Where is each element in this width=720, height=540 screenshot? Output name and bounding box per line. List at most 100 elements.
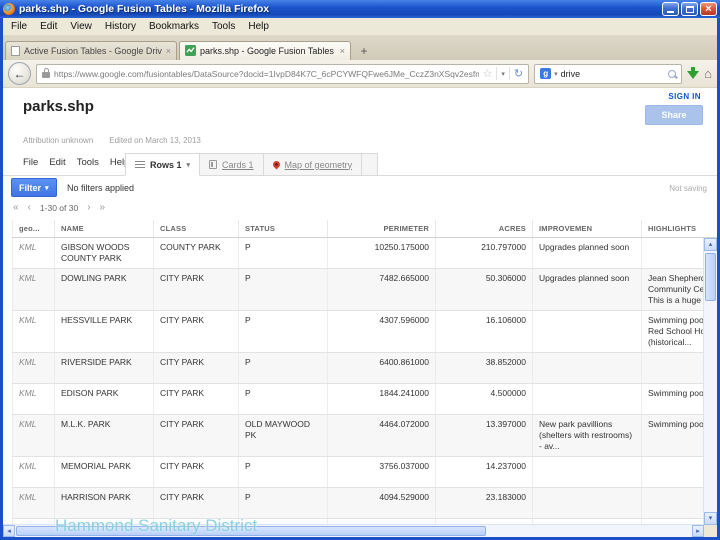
cell-class[interactable]: CITY PARK [153, 414, 239, 457]
column-header-improvemen[interactable]: IMPROVEMEN [532, 220, 642, 238]
column-header-geo[interactable]: geo... [12, 220, 55, 238]
cell-acres[interactable]: 23.183000 [435, 487, 533, 519]
cell-name[interactable]: M.L.K. PARK [54, 414, 154, 457]
cell-perimeter[interactable]: 7482.665000 [327, 268, 436, 311]
table-row[interactable]: KML MEMORIAL PARK CITY PARK P 3756.037000 14.… [12, 456, 717, 488]
cell-geo[interactable]: KML [12, 310, 55, 353]
cell-geo[interactable]: KML [12, 268, 55, 311]
ft-menu-tools[interactable]: Tools [77, 157, 99, 168]
cell-acres[interactable]: 38.852000 [435, 352, 533, 384]
browser-tab-parks[interactable]: parks.shp - Google Fusion Tables × [179, 41, 351, 60]
cell-status[interactable]: P [238, 237, 328, 269]
scroll-right-icon[interactable]: ▸ [692, 525, 704, 537]
menu-help[interactable]: Help [248, 21, 269, 32]
ft-menu-edit[interactable]: Edit [49, 157, 65, 168]
menu-view[interactable]: View [70, 21, 92, 32]
reload-icon[interactable]: ↻ [514, 67, 523, 80]
cell-class[interactable]: CITY PARK [153, 383, 239, 415]
cell-improvemen[interactable] [532, 456, 642, 488]
cell-name[interactable]: GIBSON WOODS COUNTY PARK [54, 237, 154, 269]
cell-status[interactable]: OLD MAYWOOD PK [238, 414, 328, 457]
cell-geo[interactable]: KML [12, 383, 55, 415]
cell-status[interactable]: P [238, 268, 328, 311]
cell-perimeter[interactable]: 6400.861000 [327, 352, 436, 384]
previous-page-icon[interactable]: ‹ [28, 202, 31, 213]
cell-name[interactable]: HARRISON PARK [54, 487, 154, 519]
view-tab-map[interactable]: Map of geometry [263, 153, 363, 176]
cell-acres[interactable]: 13.397000 [435, 414, 533, 457]
cell-improvemen[interactable]: New park pavillions (shelters with restr… [532, 414, 642, 457]
cell-name[interactable]: DOWLING PARK [54, 268, 154, 311]
table-row[interactable]: KML HARRISON PARK CITY PARK P 4094.529000 23.… [12, 487, 717, 519]
ft-menu-file[interactable]: File [23, 157, 38, 168]
cell-improvemen[interactable] [532, 487, 642, 519]
download-icon[interactable] [687, 67, 700, 80]
home-icon[interactable]: ⌂ [704, 67, 712, 80]
cell-improvemen[interactable] [532, 352, 642, 384]
scroll-up-icon[interactable]: ▴ [704, 238, 717, 251]
share-button[interactable]: Share [645, 105, 703, 125]
url-text[interactable]: https://www.google.com/fusiontables/Data… [54, 69, 479, 79]
cell-geo[interactable]: KML [12, 456, 55, 488]
close-tab-icon[interactable]: × [166, 46, 171, 56]
cell-name[interactable]: HESSVILLE PARK [54, 310, 154, 353]
vertical-scrollbar[interactable]: ▴ ▾ [703, 238, 717, 525]
cell-status[interactable]: P [238, 310, 328, 353]
new-tab-button[interactable]: + [353, 42, 375, 60]
cell-improvemen[interactable] [532, 383, 642, 415]
cell-perimeter[interactable]: 4094.529000 [327, 487, 436, 519]
filter-button[interactable]: Filter ▾ [11, 178, 57, 197]
cell-geo[interactable]: KML [12, 414, 55, 457]
bookmark-star-icon[interactable]: ☆ [483, 67, 493, 80]
table-row[interactable]: KML HESSVILLE PARK CITY PARK P 4307.596000 16… [12, 310, 717, 353]
column-header-perimeter[interactable]: PERIMETER [327, 220, 436, 238]
maximize-button[interactable] [681, 2, 698, 16]
cell-geo[interactable]: KML [12, 487, 55, 519]
table-row[interactable]: KML M.L.K. PARK CITY PARK OLD MAYWOOD PK 446… [12, 414, 717, 457]
close-button[interactable]: × [700, 2, 717, 16]
cell-name[interactable]: RIVERSIDE PARK [54, 352, 154, 384]
column-header-name[interactable]: NAME [54, 220, 154, 238]
menu-file[interactable]: File [11, 21, 27, 32]
cell-class[interactable]: CITY PARK [153, 268, 239, 311]
last-page-icon[interactable]: » [100, 202, 106, 213]
menu-tools[interactable]: Tools [212, 21, 235, 32]
close-tab-icon[interactable]: × [340, 46, 345, 56]
cell-improvemen[interactable]: Upgrades planned soon [532, 268, 642, 311]
cell-acres[interactable]: 50.306000 [435, 268, 533, 311]
search-engine-dropdown-icon[interactable]: ▾ [554, 70, 558, 78]
cell-name[interactable]: MEMORIAL PARK [54, 456, 154, 488]
cell-acres[interactable]: 210.797000 [435, 237, 533, 269]
column-header-acres[interactable]: ACRES [435, 220, 533, 238]
cell-geo[interactable]: KML [12, 237, 55, 269]
menu-bookmarks[interactable]: Bookmarks [149, 21, 199, 32]
cell-class[interactable]: CITY PARK [153, 352, 239, 384]
table-row[interactable]: KML EDISON PARK CITY PARK P 1844.241000 4.500… [12, 383, 717, 415]
menu-edit[interactable]: Edit [40, 21, 57, 32]
view-tab-rows[interactable]: Rows 1 ▾ [125, 153, 201, 176]
cell-improvemen[interactable]: Upgrades planned soon [532, 237, 642, 269]
back-button[interactable]: ← [8, 62, 31, 85]
cell-class[interactable]: CITY PARK [153, 310, 239, 353]
cell-acres[interactable]: 14.237000 [435, 456, 533, 488]
search-icon[interactable] [668, 69, 677, 78]
next-page-icon[interactable]: › [87, 202, 90, 213]
column-header-class[interactable]: CLASS [153, 220, 239, 238]
cell-acres[interactable]: 4.500000 [435, 383, 533, 415]
table-row[interactable]: KML RIVERSIDE PARK CITY PARK P 6400.861000 38… [12, 352, 717, 384]
minimize-button[interactable] [662, 2, 679, 16]
cell-class[interactable]: COUNTY PARK [153, 237, 239, 269]
cell-perimeter[interactable]: 10250.175000 [327, 237, 436, 269]
url-bar[interactable]: https://www.google.com/fusiontables/Data… [36, 63, 530, 84]
urlbar-dropdown-icon[interactable]: ▾ [501, 70, 505, 78]
column-header-highlights[interactable]: HIGHLIGHTS [641, 220, 717, 238]
column-header-status[interactable]: STATUS [238, 220, 328, 238]
cell-name[interactable]: EDISON PARK [54, 383, 154, 415]
search-bar[interactable]: g ▾ drive [534, 63, 683, 84]
cell-class[interactable]: CITY PARK [153, 456, 239, 488]
cell-perimeter[interactable]: 4307.596000 [327, 310, 436, 353]
table-row[interactable]: KML DOWLING PARK CITY PARK P 7482.665000 50.3… [12, 268, 717, 311]
cell-status[interactable]: P [238, 383, 328, 415]
scroll-down-icon[interactable]: ▾ [704, 512, 717, 525]
browser-tab-drive[interactable]: Active Fusion Tables - Google Drive × [5, 41, 177, 60]
